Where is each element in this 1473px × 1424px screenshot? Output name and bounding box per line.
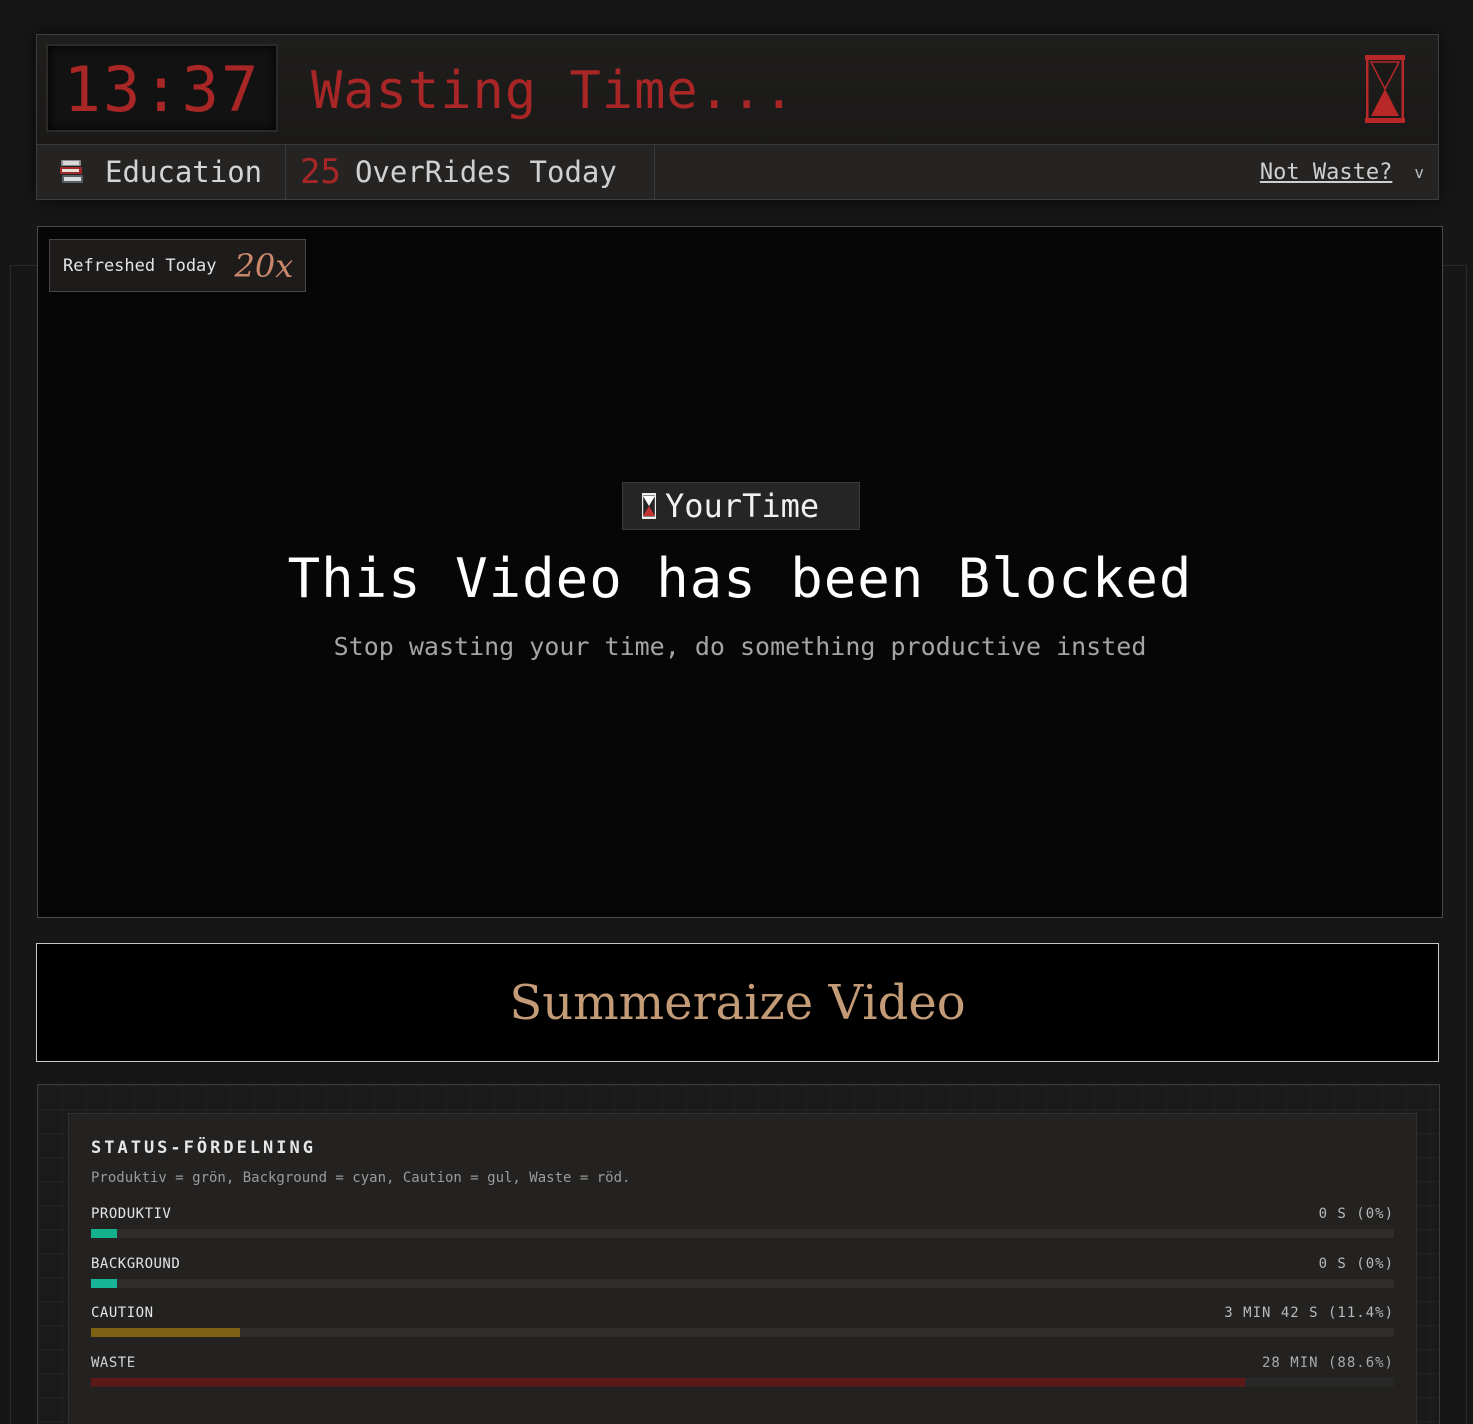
- progress-fill: [91, 1278, 118, 1288]
- status-distribution-panel: STATUS-FÖRDELNING Produktiv = grön, Back…: [68, 1113, 1417, 1424]
- overrides-counter: 25 OverRides Today: [286, 145, 655, 199]
- panel-title: STATUS-FÖRDELNING: [91, 1138, 316, 1158]
- row-value: 3 MIN 42 S (11.4%): [1224, 1305, 1394, 1321]
- status-row-produktiv: PRODUKTIV 0 S (0%): [91, 1206, 1394, 1256]
- video-player-area: Refreshed Today 20x YourTime This Video …: [37, 226, 1443, 918]
- row-value: 0 S (0%): [1318, 1206, 1394, 1222]
- header-info-bar: Education 25 OverRides Today Not Waste? …: [37, 145, 1438, 199]
- clock-display: 13:37: [46, 44, 278, 132]
- row-value: 28 MIN (88.6%): [1261, 1354, 1394, 1371]
- brand-name: YourTime: [665, 487, 820, 525]
- category-indicator[interactable]: Education: [37, 145, 286, 199]
- panel-legend: Produktiv = grön, Background = cyan, Cau…: [91, 1170, 631, 1186]
- status-section: STATUS-FÖRDELNING Produktiv = grön, Back…: [37, 1084, 1440, 1424]
- status-row-caution: CAUTION 3 MIN 42 S (11.4%): [91, 1305, 1394, 1355]
- progress-fill: [91, 1229, 118, 1238]
- refresh-counter-badge: Refreshed Today 20x: [49, 239, 306, 292]
- blocked-title: This Video has been Blocked: [287, 547, 1193, 610]
- brand-badge: YourTime: [622, 482, 860, 530]
- progress-fill: [91, 1328, 240, 1337]
- status-row-waste: WASTE 28 MIN (88.6%): [91, 1355, 1394, 1405]
- progress-fill: [91, 1377, 1246, 1387]
- not-waste-link[interactable]: Not Waste?: [1260, 160, 1392, 185]
- row-label: BACKGROUND: [91, 1255, 181, 1272]
- category-label: Education: [105, 155, 263, 189]
- overrides-label: OverRides Today: [354, 155, 617, 189]
- progress-track: [91, 1229, 1394, 1238]
- row-label: WASTE: [91, 1354, 136, 1371]
- row-label: CAUTION: [91, 1305, 154, 1321]
- not-waste-dropdown[interactable]: Not Waste? v: [1260, 145, 1438, 199]
- status-title: Wasting Time...: [311, 61, 796, 121]
- progress-track: [91, 1328, 1394, 1337]
- overrides-count: 25: [300, 152, 341, 192]
- refreshed-count: 20x: [234, 246, 294, 285]
- books-icon: [60, 160, 83, 183]
- status-row-background: BACKGROUND 0 S (0%): [91, 1256, 1394, 1306]
- chevron-down-icon[interactable]: v: [1414, 163, 1424, 182]
- blocked-subtitle: Stop wasting your time, do something pro…: [333, 632, 1147, 661]
- row-label: PRODUKTIV: [91, 1206, 172, 1222]
- header-top-bar: 13:37 Wasting Time...: [37, 35, 1438, 145]
- status-header: 13:37 Wasting Time... Education 25 OverR…: [36, 34, 1439, 200]
- refreshed-label: Refreshed Today: [63, 255, 217, 276]
- hourglass-icon: [1365, 55, 1405, 123]
- progress-track: [91, 1278, 1394, 1288]
- progress-track: [91, 1377, 1394, 1387]
- row-value: 0 S (0%): [1318, 1255, 1394, 1272]
- status-rows: PRODUKTIV 0 S (0%) BACKGROUND 0 S (0%) C…: [91, 1206, 1394, 1404]
- summarize-video-button[interactable]: Summeraize Video: [36, 943, 1439, 1062]
- hourglass-small-icon: [642, 493, 656, 519]
